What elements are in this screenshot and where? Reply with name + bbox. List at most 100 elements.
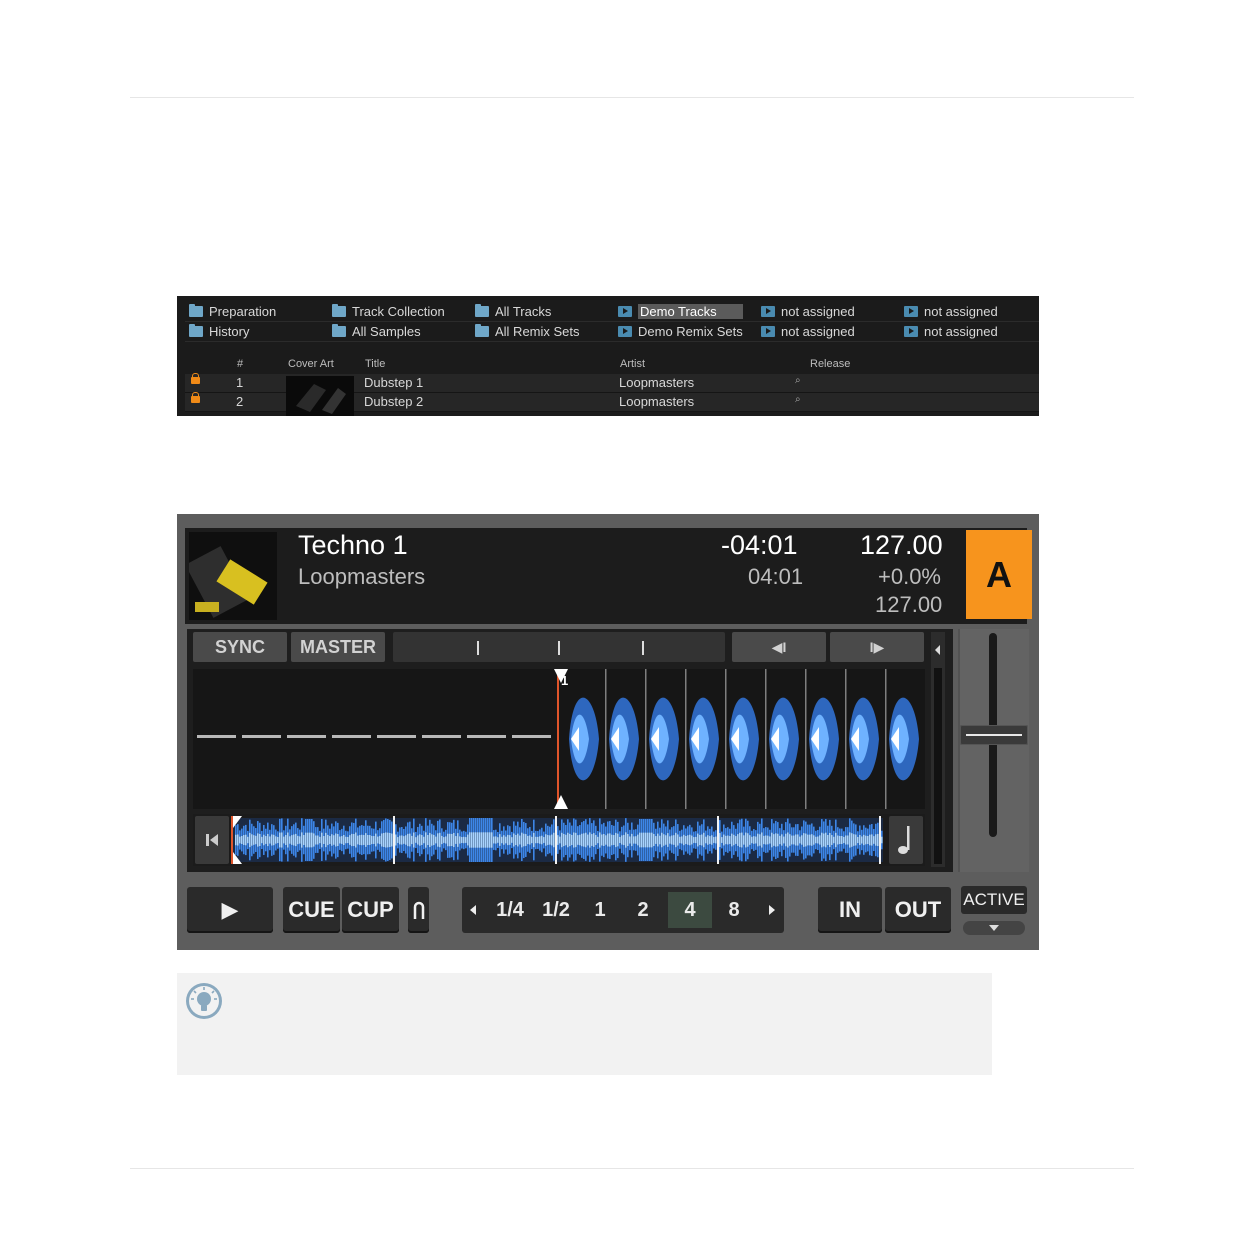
collection-icon xyxy=(332,304,346,317)
deck-a: Techno 1 Loopmasters -04:01 04:01 127.00… xyxy=(177,514,1039,950)
favorite-8[interactable]: All Remix Sets xyxy=(471,322,614,342)
favorite-label: not assigned xyxy=(781,304,855,319)
play-button[interactable]: ▶ xyxy=(187,887,273,933)
playlist-icon xyxy=(904,326,918,337)
row-number: 2 xyxy=(236,394,244,409)
deck-letter-button[interactable]: A xyxy=(966,530,1032,619)
zoom-scrollbar[interactable] xyxy=(931,632,945,867)
track-title: Techno 1 xyxy=(298,530,408,560)
favorite-11[interactable]: not assigned xyxy=(900,322,1039,342)
favorite-label: Demo Remix Sets xyxy=(638,324,743,339)
master-button[interactable]: MASTER xyxy=(291,632,385,662)
row-artist: Loopmasters xyxy=(619,375,695,390)
phase-meter xyxy=(393,632,725,662)
favorite-5[interactable]: not assigned xyxy=(900,302,1039,322)
search-icon[interactable]: ⌕ xyxy=(795,394,801,405)
favorites-bar: Preparation Track Collection All Tracks Dem… xyxy=(185,302,1039,344)
playlist-icon xyxy=(761,326,775,337)
time-total: 04:01 xyxy=(748,564,804,589)
favorite-label: All Samples xyxy=(352,324,421,339)
favorite-label: History xyxy=(209,324,250,339)
waveform-section: SYNC MASTER ◀I I▶ 1 xyxy=(187,629,953,872)
bpm-original: 127.00 xyxy=(875,592,943,617)
favorite-label: not assigned xyxy=(924,324,998,339)
favorite-label: All Tracks xyxy=(495,304,552,319)
favorite-label: not assigned xyxy=(924,304,998,319)
skip-to-start-icon[interactable] xyxy=(195,816,229,864)
search-icon[interactable]: ⌕ xyxy=(795,375,801,386)
sync-button[interactable]: SYNC xyxy=(193,632,287,662)
time-remaining[interactable]: -04:01 xyxy=(721,530,798,561)
lightbulb-icon xyxy=(186,983,222,1019)
cue-marker-number: 1 xyxy=(561,673,569,688)
playlist-icon xyxy=(761,306,775,317)
favorite-3[interactable]: Demo Tracks xyxy=(614,302,757,322)
bpm-display: 127.00 xyxy=(860,530,943,560)
folder-home-icon xyxy=(189,304,203,317)
advanced-panel-toggle[interactable] xyxy=(963,921,1025,935)
playlist-icon xyxy=(618,326,632,337)
favorite-label: not assigned xyxy=(781,324,855,339)
favorite-10[interactable]: not assigned xyxy=(757,322,900,342)
favorite-4[interactable]: not assigned xyxy=(757,302,900,322)
col-artist[interactable]: Artist xyxy=(620,358,645,370)
cup-button[interactable]: CUP xyxy=(342,887,399,933)
favorite-2[interactable]: All Tracks xyxy=(471,302,614,322)
favorite-9[interactable]: Demo Remix Sets xyxy=(614,322,757,342)
favorite-label: Preparation xyxy=(209,304,277,319)
tempo-fader-handle[interactable] xyxy=(960,725,1028,745)
tempo-fader-panel xyxy=(958,629,1029,872)
flux-mode-button[interactable] xyxy=(408,887,429,933)
tempo-offset: +0.0% xyxy=(878,564,941,589)
remix-set-icon xyxy=(475,324,489,337)
favorite-0[interactable]: Preparation xyxy=(185,302,328,322)
loop-size-selector: 1/4 1/2 1 2 4 8 xyxy=(462,887,784,933)
col-number[interactable]: # xyxy=(237,358,243,370)
loop-active-button[interactable]: ACTIVE xyxy=(961,886,1027,914)
tip-box xyxy=(177,973,992,1075)
loop-size-4[interactable]: 4 xyxy=(668,892,712,928)
playlist-icon xyxy=(904,306,918,317)
loop-in-button[interactable]: IN xyxy=(818,887,882,933)
loop-out-button[interactable]: OUT xyxy=(885,887,951,933)
col-release[interactable]: Release xyxy=(810,358,850,370)
album-cover xyxy=(189,532,277,620)
folder-icon xyxy=(475,304,489,317)
lock-icon xyxy=(191,392,200,403)
col-title[interactable]: Title xyxy=(365,358,385,370)
beatjump-back-button[interactable]: ◀I xyxy=(732,632,826,662)
favorite-7[interactable]: All Samples xyxy=(328,322,471,342)
deck-header: Techno 1 Loopmasters -04:01 04:01 127.00… xyxy=(185,528,1032,624)
loop-size-8[interactable]: 8 xyxy=(717,892,751,928)
loop-size-1[interactable]: 1 xyxy=(583,892,617,928)
row-title: Dubstep 2 xyxy=(364,394,424,409)
favorite-1[interactable]: Track Collection xyxy=(328,302,471,322)
loop-size-1-2[interactable]: 1/2 xyxy=(537,892,575,928)
playlist-icon xyxy=(618,306,632,317)
cue-button[interactable]: CUE xyxy=(283,887,340,933)
cover-art-thumbnail xyxy=(286,376,354,416)
row-artist: Loopmasters xyxy=(619,394,695,409)
row-title: Dubstep 1 xyxy=(364,375,424,390)
col-cover-art[interactable]: Cover Art xyxy=(288,358,334,370)
flux-icon xyxy=(413,901,424,919)
row-number: 1 xyxy=(236,375,244,390)
stripe-waveform[interactable]: 1 xyxy=(193,669,925,809)
loop-size-1-4[interactable]: 1/4 xyxy=(491,892,529,928)
page-top-rule xyxy=(130,97,1134,98)
lock-icon xyxy=(191,373,200,384)
beatgrid-note-icon[interactable] xyxy=(889,816,923,864)
folder-icon xyxy=(332,324,346,337)
track-overview[interactable] xyxy=(193,814,925,866)
track-artist: Loopmasters xyxy=(298,564,426,589)
favorite-label: Track Collection xyxy=(352,304,445,319)
loop-size-2[interactable]: 2 xyxy=(626,892,660,928)
favorite-label: All Remix Sets xyxy=(495,324,580,339)
table-header: # Cover Art Title Artist Release xyxy=(177,358,1039,372)
loop-size-prev-icon[interactable] xyxy=(462,887,486,933)
chevron-down-icon xyxy=(989,925,999,931)
loop-size-next-icon[interactable] xyxy=(758,887,784,933)
folder-icon xyxy=(189,324,203,337)
beatjump-forward-button[interactable]: I▶ xyxy=(830,632,924,662)
favorite-6[interactable]: History xyxy=(185,322,328,342)
